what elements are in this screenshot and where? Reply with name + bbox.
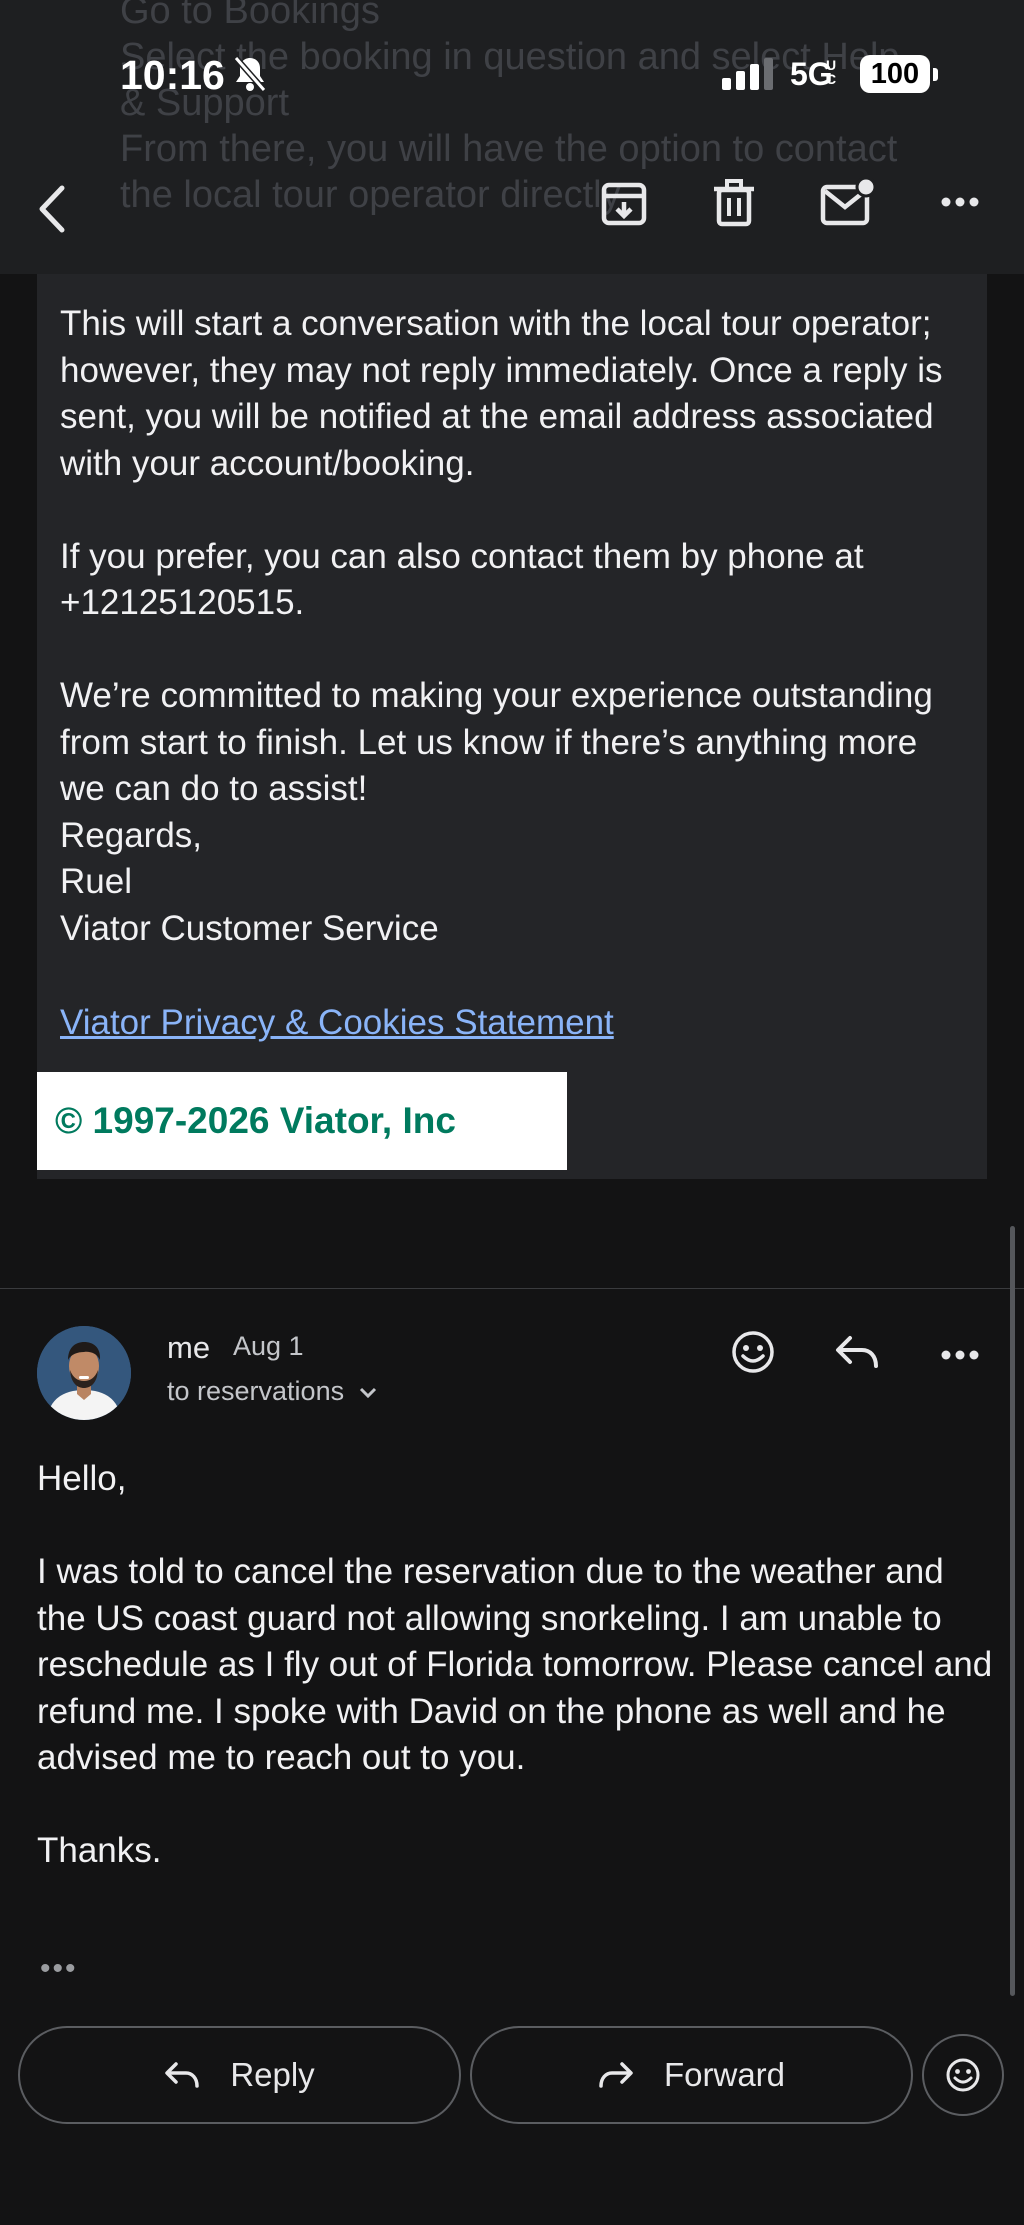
more-icon[interactable] xyxy=(940,196,980,208)
message-date: Aug 1 xyxy=(233,1331,304,1361)
chevron-down-icon xyxy=(359,1387,376,1398)
top-bar: Go to Bookings Select the booking in que… xyxy=(0,0,1024,274)
signer-team: Viator Customer Service xyxy=(60,908,439,948)
reply-button[interactable]: Reply xyxy=(18,2026,461,2124)
silent-bell-icon xyxy=(233,56,267,92)
greeting: Hello, xyxy=(37,1459,127,1498)
reply-body: Hello, I was told to cancel the reservat… xyxy=(37,1456,997,1875)
profile-photo-icon xyxy=(37,1326,131,1420)
show-trimmed-content[interactable]: ••• xyxy=(40,1952,78,1986)
quote-line: From there, you will have the option to … xyxy=(120,128,898,170)
signer-name: Ruel xyxy=(60,862,132,901)
mark-unread-icon[interactable] xyxy=(820,178,876,228)
reply-icon xyxy=(165,2062,200,2088)
forward-button[interactable]: Forward xyxy=(470,2026,913,2124)
signoff: Thanks. xyxy=(37,1831,162,1870)
recipients-label: to reservations xyxy=(167,1376,345,1406)
closing: Regards, xyxy=(60,815,203,855)
scrollbar[interactable] xyxy=(1010,1226,1015,1996)
copyright-banner: © 1997-2026 Viator, Inc xyxy=(37,1072,567,1170)
emoji-icon xyxy=(946,2058,980,2092)
network-subtype: UC xyxy=(826,57,837,87)
message-more-icon[interactable] xyxy=(940,1349,980,1361)
forward-icon xyxy=(599,2062,633,2088)
reply-paragraph: I was told to cancel the reservation due… xyxy=(37,1552,993,1777)
reply-icon[interactable] xyxy=(834,1334,880,1370)
emoji-reaction-button[interactable] xyxy=(922,2034,1004,2116)
reply-label: Reply xyxy=(230,2056,315,2093)
message-divider xyxy=(0,1288,1024,1289)
back-icon[interactable] xyxy=(36,184,68,234)
quoted-paragraph: We’re committed to making your experienc… xyxy=(60,676,933,808)
status-time: 10:16 xyxy=(120,52,225,98)
delete-icon[interactable] xyxy=(711,178,757,228)
phone-number[interactable]: +12125120515. xyxy=(60,583,304,622)
battery-level: 100 xyxy=(860,55,930,93)
privacy-statement-link[interactable]: Viator Privacy & Cookies Statement xyxy=(60,1003,614,1043)
forward-label: Forward xyxy=(663,2056,786,2093)
quoted-paragraph: This will start a conversation with the … xyxy=(60,304,943,483)
battery-tip xyxy=(933,68,938,81)
cell-signal-icon xyxy=(722,58,773,90)
avatar[interactable] xyxy=(37,1326,131,1420)
quote-line: Go to Bookings xyxy=(120,0,380,32)
emoji-react-icon[interactable] xyxy=(731,1330,775,1374)
quoted-paragraph: If you prefer, you can also contact them… xyxy=(60,534,960,627)
archive-icon[interactable] xyxy=(599,178,649,228)
sender-name: me xyxy=(167,1330,211,1365)
recipients-toggle[interactable]: to reservations xyxy=(167,1376,378,1407)
quoted-message-text: This will start a conversation with the … xyxy=(60,301,960,952)
phone-intro: If you prefer, you can also contact them… xyxy=(60,536,864,576)
